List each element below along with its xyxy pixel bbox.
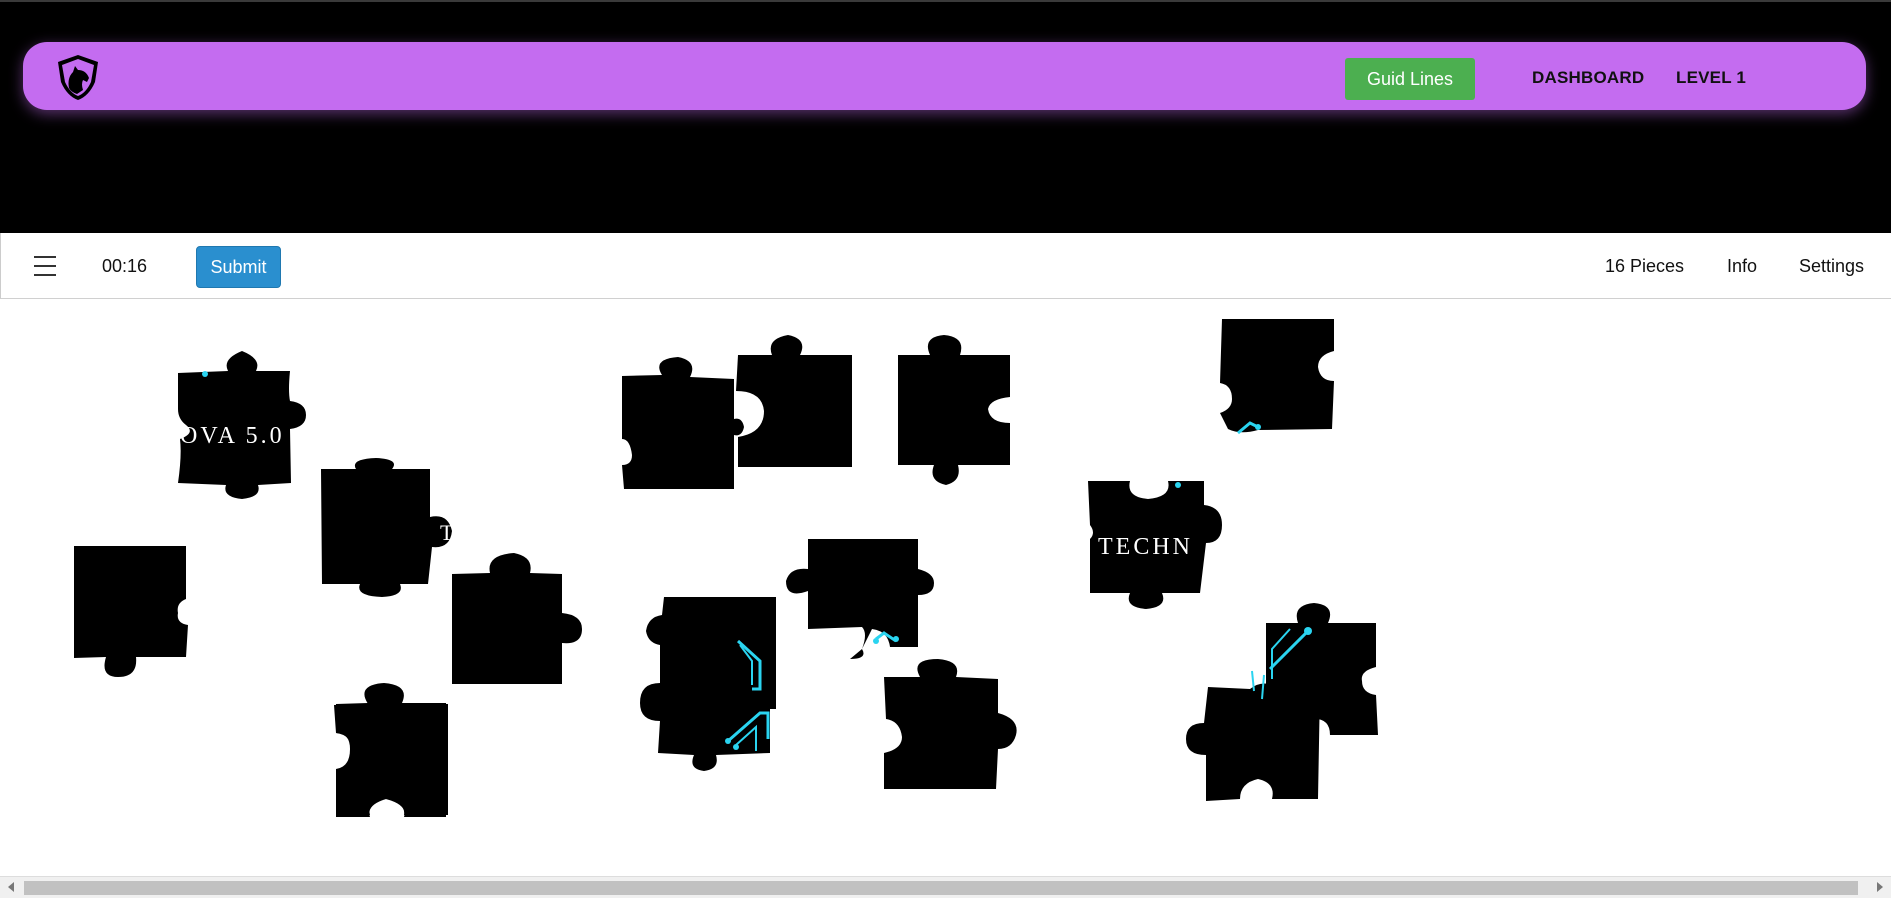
piece-2-text: T [440,520,454,545]
puzzle-piece-2[interactable]: T [321,458,454,597]
puzzle-board: OVA 5.0 T TECHN [0,299,1891,876]
puzzle-timer: 00:16 [102,256,148,276]
guidelines-button[interactable]: Guid Lines [1345,58,1475,100]
pieces-count-menu[interactable]: 16 Pieces [1605,256,1684,277]
puzzle-piece-12[interactable] [640,597,776,771]
puzzle-piece-6[interactable] [622,357,744,489]
puzzle-piece-7[interactable] [736,335,852,467]
puzzle-piece-15[interactable] [1186,670,1320,801]
site-header: Guid Lines DASHBOARD LEVEL 1 [0,2,1891,233]
nav-dashboard-link[interactable]: DASHBOARD [1532,68,1644,88]
piece-10-text: TECHN [1098,534,1193,560]
puzzle-piece-3[interactable] [74,546,188,677]
horse-shield-logo-icon[interactable] [53,52,103,102]
scroll-left-arrow-icon[interactable] [8,882,14,892]
puzzle-toolbar: 00:16 Submit 16 Pieces Info Settings [0,233,1891,299]
puzzle-piece-9[interactable] [1220,319,1334,435]
puzzle-piece-8[interactable] [898,335,1010,485]
top-navbar: Guid Lines DASHBOARD LEVEL 1 [23,42,1866,110]
scrollbar-thumb[interactable] [24,881,1858,895]
puzzle-piece-11[interactable] [786,539,934,659]
settings-menu[interactable]: Settings [1799,256,1864,277]
scroll-right-arrow-icon[interactable] [1877,882,1883,892]
puzzle-piece-4[interactable] [452,553,582,684]
submit-button[interactable]: Submit [196,246,281,288]
horizontal-scrollbar[interactable] [0,876,1891,898]
hamburger-menu-icon[interactable] [34,256,56,276]
piece-1-text: OVA 5.0 [180,423,285,449]
nav-level-link[interactable]: LEVEL 1 [1676,68,1746,88]
puzzle-piece-13[interactable] [884,659,1017,789]
puzzle-pieces-canvas: OVA 5.0 T TECHN [74,319,1378,817]
info-menu[interactable]: Info [1727,256,1757,277]
